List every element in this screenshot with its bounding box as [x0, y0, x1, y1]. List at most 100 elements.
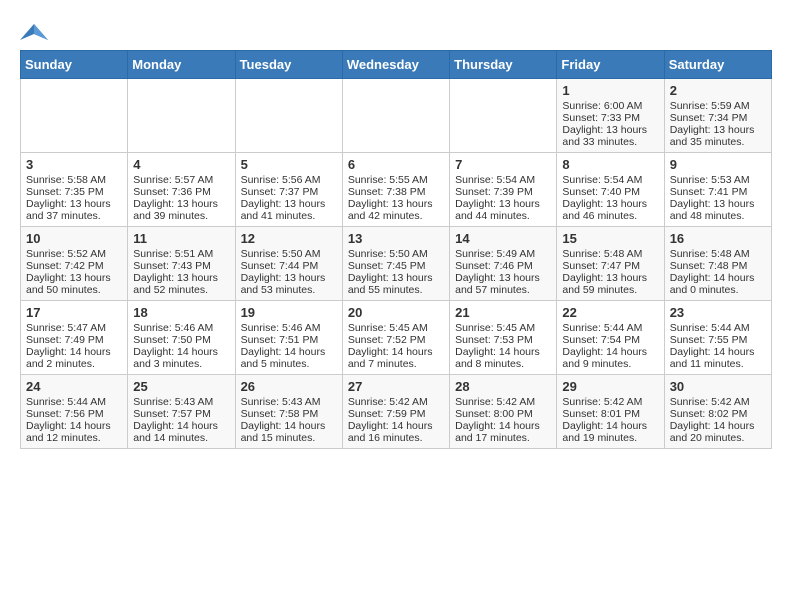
day-info-line: and 19 minutes.	[562, 432, 658, 444]
day-cell: 30Sunrise: 5:42 AMSunset: 8:02 PMDayligh…	[664, 375, 771, 449]
day-cell: 22Sunrise: 5:44 AMSunset: 7:54 PMDayligh…	[557, 301, 664, 375]
page-header	[20, 16, 772, 44]
day-cell	[21, 79, 128, 153]
day-number: 22	[562, 305, 658, 320]
day-info-line: Daylight: 14 hours	[562, 420, 658, 432]
day-number: 18	[133, 305, 229, 320]
day-cell: 14Sunrise: 5:49 AMSunset: 7:46 PMDayligh…	[450, 227, 557, 301]
day-info-line: Sunrise: 5:48 AM	[562, 248, 658, 260]
day-info-line: Sunset: 7:47 PM	[562, 260, 658, 272]
day-cell: 26Sunrise: 5:43 AMSunset: 7:58 PMDayligh…	[235, 375, 342, 449]
day-info-line: and 37 minutes.	[26, 210, 122, 222]
day-cell: 7Sunrise: 5:54 AMSunset: 7:39 PMDaylight…	[450, 153, 557, 227]
day-info-line: Sunrise: 5:52 AM	[26, 248, 122, 260]
day-cell: 4Sunrise: 5:57 AMSunset: 7:36 PMDaylight…	[128, 153, 235, 227]
day-cell: 1Sunrise: 6:00 AMSunset: 7:33 PMDaylight…	[557, 79, 664, 153]
day-info-line: Daylight: 13 hours	[133, 272, 229, 284]
day-info-line: Daylight: 14 hours	[670, 272, 766, 284]
day-number: 3	[26, 157, 122, 172]
day-cell: 15Sunrise: 5:48 AMSunset: 7:47 PMDayligh…	[557, 227, 664, 301]
header-thursday: Thursday	[450, 51, 557, 79]
day-info-line: Sunset: 7:55 PM	[670, 334, 766, 346]
day-info-line: and 16 minutes.	[348, 432, 444, 444]
header-row: SundayMondayTuesdayWednesdayThursdayFrid…	[21, 51, 772, 79]
day-cell: 21Sunrise: 5:45 AMSunset: 7:53 PMDayligh…	[450, 301, 557, 375]
day-info-line: Daylight: 13 hours	[348, 272, 444, 284]
day-number: 20	[348, 305, 444, 320]
header-monday: Monday	[128, 51, 235, 79]
day-info-line: Daylight: 13 hours	[562, 198, 658, 210]
day-info-line: Sunrise: 5:55 AM	[348, 174, 444, 186]
day-info-line: Sunset: 7:44 PM	[241, 260, 337, 272]
day-info-line: and 3 minutes.	[133, 358, 229, 370]
day-info-line: and 53 minutes.	[241, 284, 337, 296]
day-info-line: Sunrise: 5:43 AM	[241, 396, 337, 408]
day-number: 11	[133, 231, 229, 246]
header-saturday: Saturday	[664, 51, 771, 79]
day-cell: 25Sunrise: 5:43 AMSunset: 7:57 PMDayligh…	[128, 375, 235, 449]
day-number: 23	[670, 305, 766, 320]
day-info-line: and 5 minutes.	[241, 358, 337, 370]
day-info-line: Sunrise: 5:53 AM	[670, 174, 766, 186]
header-tuesday: Tuesday	[235, 51, 342, 79]
week-row-1: 3Sunrise: 5:58 AMSunset: 7:35 PMDaylight…	[21, 153, 772, 227]
day-info-line: Sunset: 7:38 PM	[348, 186, 444, 198]
day-info-line: Sunrise: 5:45 AM	[455, 322, 551, 334]
day-cell: 20Sunrise: 5:45 AMSunset: 7:52 PMDayligh…	[342, 301, 449, 375]
day-info-line: Daylight: 14 hours	[241, 346, 337, 358]
day-info-line: Daylight: 14 hours	[455, 420, 551, 432]
day-info-line: Sunrise: 5:44 AM	[26, 396, 122, 408]
day-info-line: and 59 minutes.	[562, 284, 658, 296]
day-info-line: Sunset: 7:39 PM	[455, 186, 551, 198]
day-number: 27	[348, 379, 444, 394]
day-cell	[128, 79, 235, 153]
day-info-line: Sunset: 7:51 PM	[241, 334, 337, 346]
day-info-line: Sunset: 7:52 PM	[348, 334, 444, 346]
day-info-line: Sunset: 7:50 PM	[133, 334, 229, 346]
day-info-line: Sunrise: 5:59 AM	[670, 100, 766, 112]
day-info-line: Sunset: 7:48 PM	[670, 260, 766, 272]
day-info-line: Sunrise: 5:42 AM	[562, 396, 658, 408]
day-info-line: Sunset: 7:46 PM	[455, 260, 551, 272]
day-cell: 19Sunrise: 5:46 AMSunset: 7:51 PMDayligh…	[235, 301, 342, 375]
day-info-line: and 20 minutes.	[670, 432, 766, 444]
day-info-line: Daylight: 13 hours	[670, 198, 766, 210]
week-row-4: 24Sunrise: 5:44 AMSunset: 7:56 PMDayligh…	[21, 375, 772, 449]
day-info-line: Sunrise: 5:44 AM	[562, 322, 658, 334]
day-info-line: and 46 minutes.	[562, 210, 658, 222]
day-cell: 29Sunrise: 5:42 AMSunset: 8:01 PMDayligh…	[557, 375, 664, 449]
day-info-line: Sunset: 7:37 PM	[241, 186, 337, 198]
day-cell: 12Sunrise: 5:50 AMSunset: 7:44 PMDayligh…	[235, 227, 342, 301]
day-info-line: Daylight: 14 hours	[26, 420, 122, 432]
day-number: 17	[26, 305, 122, 320]
day-info-line: and 48 minutes.	[670, 210, 766, 222]
day-info-line: Daylight: 13 hours	[562, 272, 658, 284]
day-number: 25	[133, 379, 229, 394]
day-info-line: Sunrise: 5:50 AM	[241, 248, 337, 260]
day-info-line: Daylight: 14 hours	[348, 420, 444, 432]
day-info-line: and 0 minutes.	[670, 284, 766, 296]
day-cell	[342, 79, 449, 153]
day-info-line: Daylight: 14 hours	[241, 420, 337, 432]
day-info-line: and 35 minutes.	[670, 136, 766, 148]
day-info-line: Sunrise: 5:42 AM	[455, 396, 551, 408]
day-info-line: Daylight: 14 hours	[455, 346, 551, 358]
day-number: 26	[241, 379, 337, 394]
day-info-line: Sunset: 7:41 PM	[670, 186, 766, 198]
day-info-line: and 2 minutes.	[26, 358, 122, 370]
day-info-line: Daylight: 13 hours	[348, 198, 444, 210]
day-info-line: Daylight: 13 hours	[241, 272, 337, 284]
day-info-line: Daylight: 13 hours	[26, 198, 122, 210]
day-info-line: Daylight: 14 hours	[348, 346, 444, 358]
header-wednesday: Wednesday	[342, 51, 449, 79]
day-info-line: Daylight: 13 hours	[455, 272, 551, 284]
day-cell: 27Sunrise: 5:42 AMSunset: 7:59 PMDayligh…	[342, 375, 449, 449]
week-row-0: 1Sunrise: 6:00 AMSunset: 7:33 PMDaylight…	[21, 79, 772, 153]
calendar-body: 1Sunrise: 6:00 AMSunset: 7:33 PMDaylight…	[21, 79, 772, 449]
day-info-line: Daylight: 14 hours	[562, 346, 658, 358]
day-info-line: Sunrise: 5:44 AM	[670, 322, 766, 334]
day-info-line: Sunrise: 5:46 AM	[241, 322, 337, 334]
day-cell: 13Sunrise: 5:50 AMSunset: 7:45 PMDayligh…	[342, 227, 449, 301]
day-info-line: Sunrise: 5:54 AM	[455, 174, 551, 186]
day-info-line: and 14 minutes.	[133, 432, 229, 444]
